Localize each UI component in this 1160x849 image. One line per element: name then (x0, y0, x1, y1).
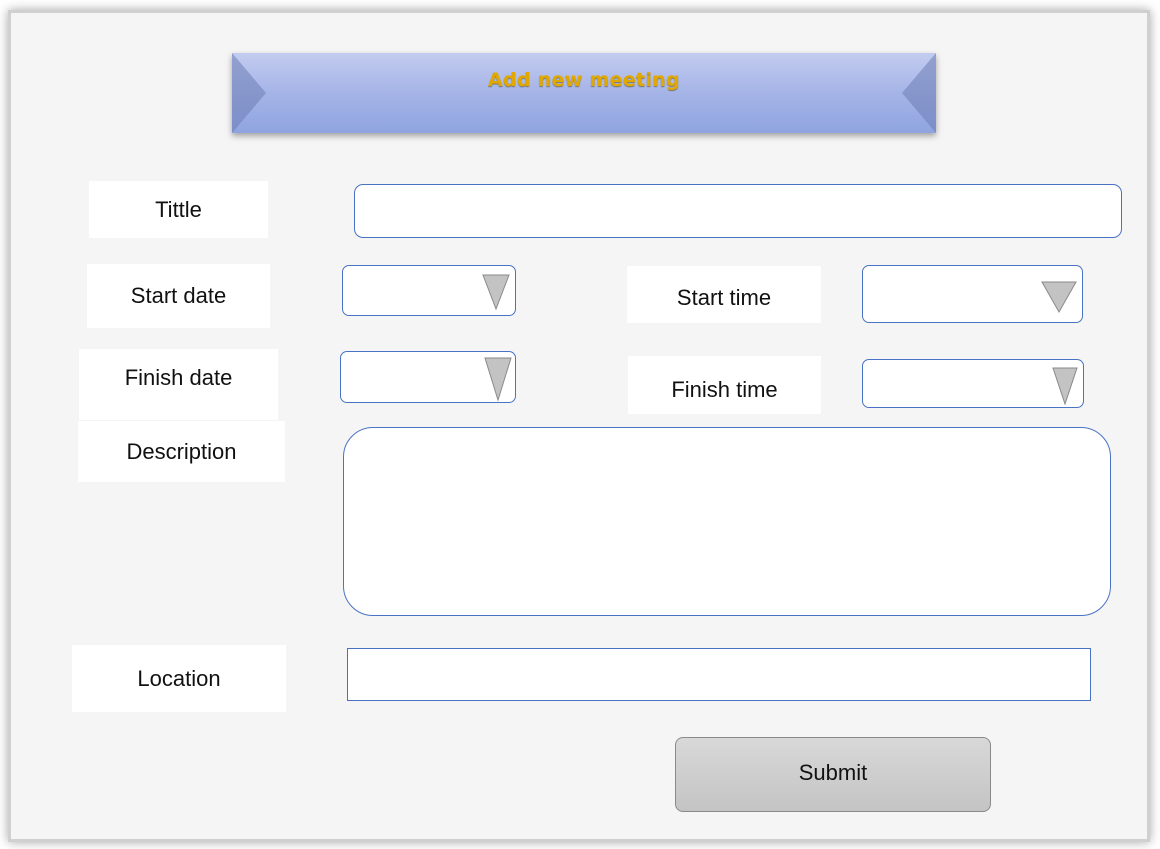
finish-date-select[interactable] (340, 351, 516, 403)
title-input[interactable] (354, 184, 1122, 238)
finish-date-label: Finish date (79, 349, 278, 420)
location-label: Location (72, 645, 286, 712)
finish-time-select[interactable] (862, 359, 1084, 408)
form-header-banner: Add new meeting (232, 53, 936, 133)
chevron-down-icon[interactable] (1040, 278, 1078, 314)
chevron-down-icon[interactable] (481, 271, 511, 311)
description-textarea[interactable] (343, 427, 1111, 616)
start-time-label: Start time (627, 266, 821, 323)
start-date-label: Start date (87, 264, 270, 328)
finish-time-label: Finish time (628, 356, 821, 414)
start-time-select[interactable] (862, 265, 1083, 323)
chevron-down-icon[interactable] (483, 354, 513, 402)
location-input[interactable] (347, 648, 1091, 701)
chevron-down-icon[interactable] (1051, 364, 1079, 406)
description-label: Description (78, 421, 285, 482)
submit-button[interactable]: Submit (675, 737, 991, 812)
start-date-select[interactable] (342, 265, 516, 316)
page-title: Add new meeting (488, 69, 680, 91)
title-label: Tittle (89, 181, 268, 238)
